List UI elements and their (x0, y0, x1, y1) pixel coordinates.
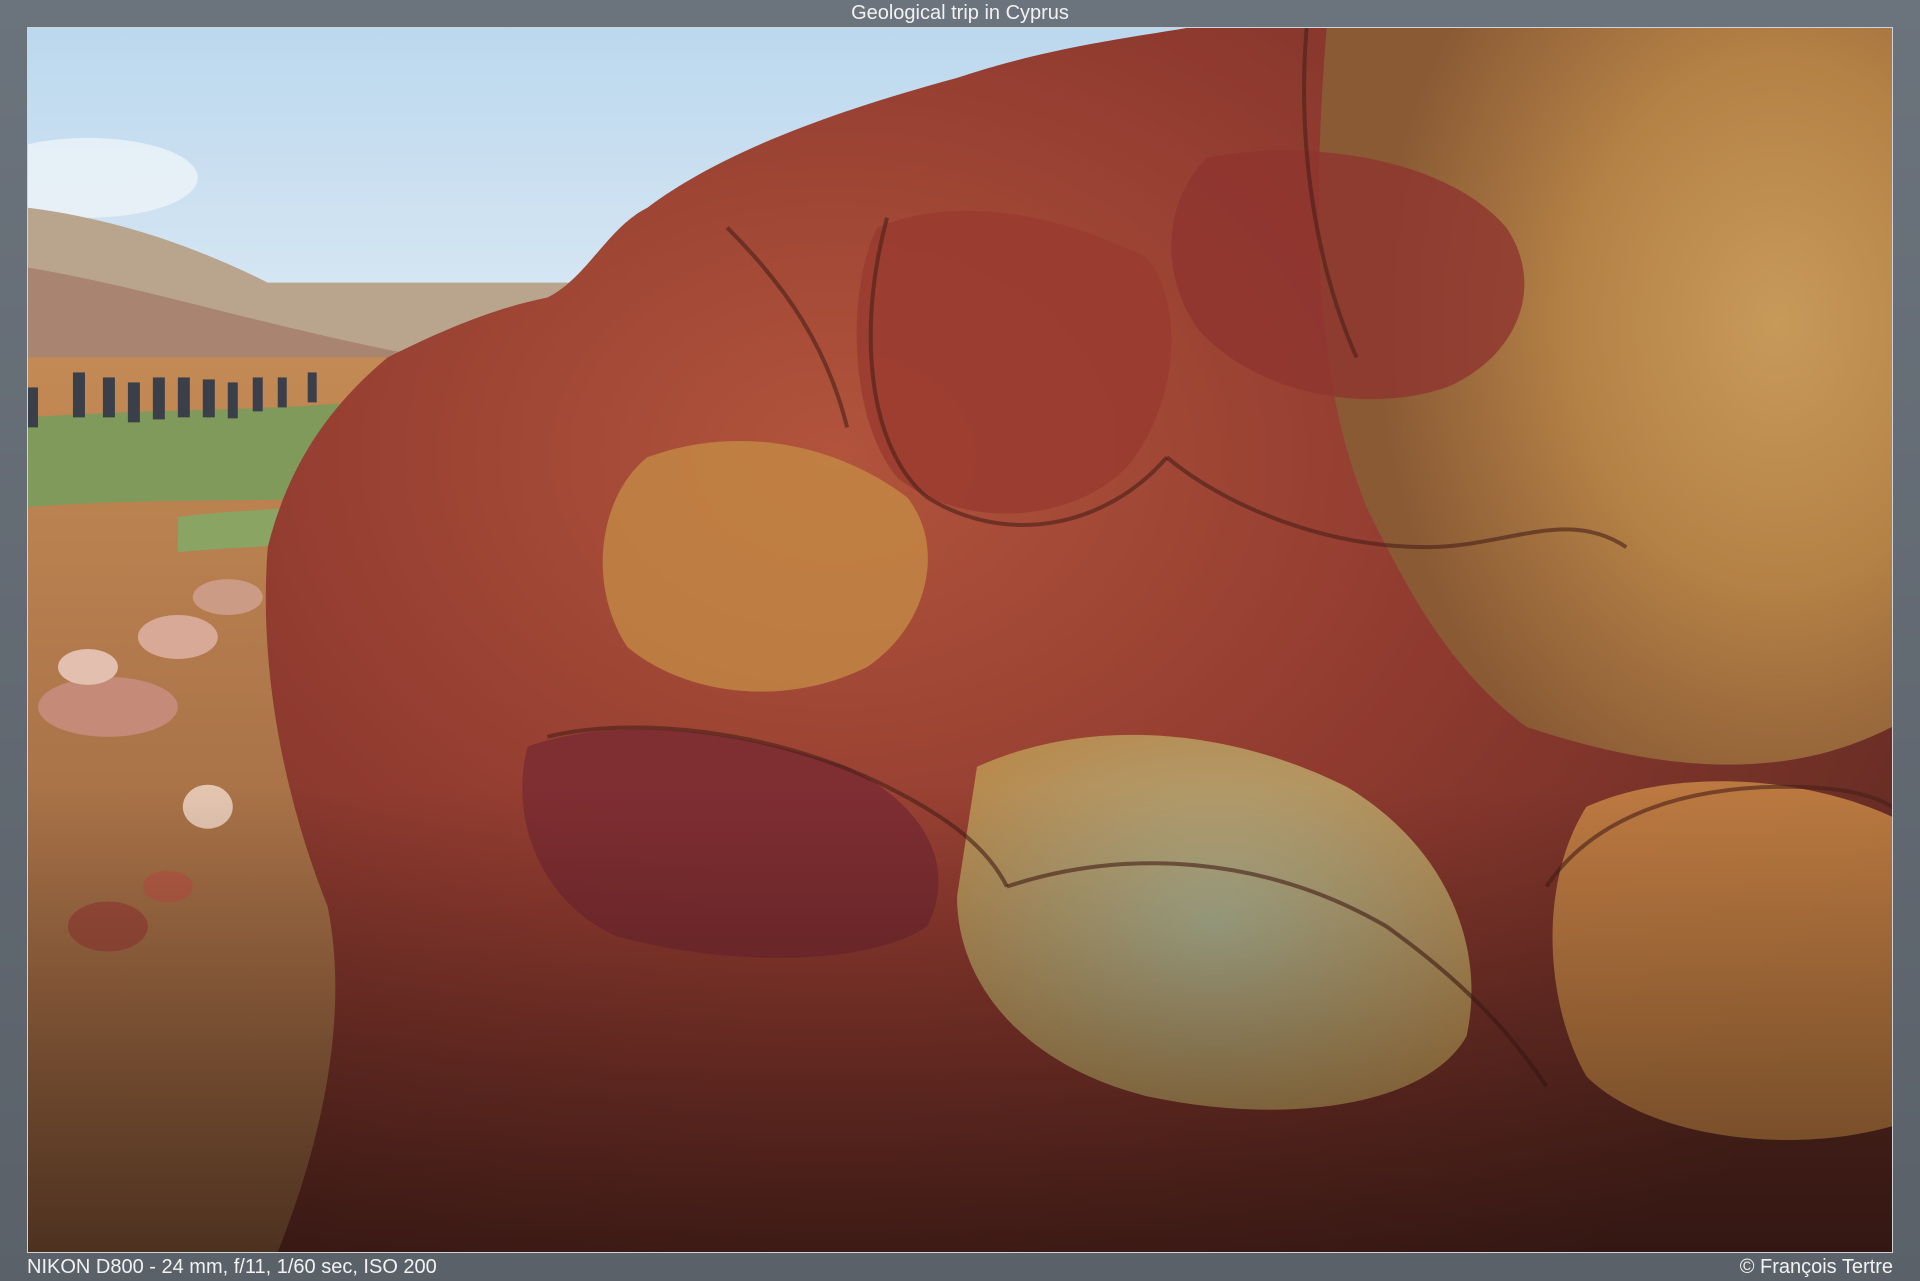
copyright-credit: © François Tertre (1739, 1256, 1893, 1278)
shadow (28, 786, 1892, 1252)
photo-caption: NIKON D800 - 24 mm, f/11, 1/60 sec, ISO … (27, 1254, 1893, 1281)
photo (27, 27, 1893, 1253)
outcrop-photo (28, 28, 1892, 1252)
photo-title: Geological trip in Cyprus (851, 2, 1069, 24)
exif-info: NIKON D800 - 24 mm, f/11, 1/60 sec, ISO … (27, 1256, 437, 1278)
